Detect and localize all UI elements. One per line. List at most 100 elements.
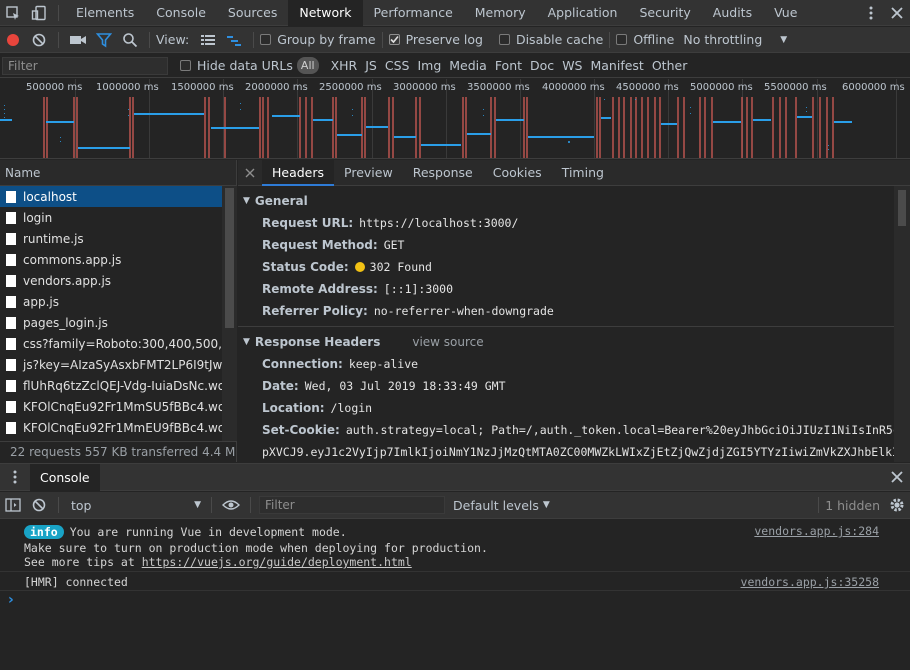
tab-network[interactable]: Network xyxy=(288,0,363,26)
console-message-info: info You are running Vue in development m… xyxy=(24,525,347,539)
header-date: Date: Wed, 03 Jul 2019 18:33:49 GMT xyxy=(238,375,910,397)
tab-preview[interactable]: Preview xyxy=(334,160,403,186)
type-filter-ws[interactable]: WS xyxy=(558,56,586,75)
request-row-pages-login[interactable]: pages_login.js xyxy=(0,312,222,333)
context-select[interactable]: top ▼ xyxy=(65,498,205,513)
clear-console-icon[interactable] xyxy=(26,492,52,518)
console-output: info You are running Vue in development m… xyxy=(0,520,910,670)
header-request-url: Request URL: https://localhost:3000/ xyxy=(238,212,910,234)
general-section-toggle[interactable]: ▼ General xyxy=(238,190,910,212)
clear-icon[interactable] xyxy=(26,27,52,53)
request-name: login xyxy=(23,210,53,225)
tab-memory[interactable]: Memory xyxy=(464,0,537,26)
request-name: vendors.app.js xyxy=(23,273,112,288)
name-column-header[interactable]: Name xyxy=(0,160,236,186)
type-filter-manifest[interactable]: Manifest xyxy=(586,56,647,75)
type-filter-css[interactable]: CSS xyxy=(381,56,414,75)
tab-audits[interactable]: Audits xyxy=(702,0,763,26)
console-filter-input[interactable]: Filter xyxy=(259,496,445,514)
hide-data-urls-checkbox[interactable] xyxy=(180,60,191,71)
type-filter-media[interactable]: Media xyxy=(445,56,491,75)
type-filter-img[interactable]: Img xyxy=(413,56,445,75)
request-row-css-family[interactable]: css?family=Roboto:300,400,500,700|... xyxy=(0,333,222,354)
tab-security[interactable]: Security xyxy=(628,0,701,26)
source-link[interactable]: vendors.app.js:284 xyxy=(754,524,879,538)
scrollbar-thumb[interactable] xyxy=(898,190,906,226)
request-row-js-key[interactable]: js?key=AIzaSyAsxbFMT2LP6I9tJwr_clA xyxy=(0,354,222,375)
request-row-runtime[interactable]: runtime.js xyxy=(0,228,222,249)
tab-vue[interactable]: Vue xyxy=(763,0,808,26)
view-source-link[interactable]: view source xyxy=(412,335,483,349)
drawer-tab-console[interactable]: Console xyxy=(30,463,100,491)
type-filter-other[interactable]: Other xyxy=(648,56,692,75)
request-row-vendors[interactable]: vendors.app.js xyxy=(0,270,222,291)
tab-application[interactable]: Application xyxy=(537,0,629,26)
device-toggle-icon[interactable] xyxy=(26,0,52,26)
deployment-docs-link[interactable]: https://vuejs.org/guide/deployment.html xyxy=(142,555,412,569)
request-row-font-1[interactable]: flUhRq6tzZclQEJ-Vdg-IuiaDsNc.woff2 xyxy=(0,375,222,396)
filter-icon[interactable] xyxy=(91,27,117,53)
large-rows-icon[interactable] xyxy=(195,27,221,53)
group-by-frame-toggle[interactable]: Group by frame xyxy=(260,32,376,47)
tab-cookies[interactable]: Cookies xyxy=(483,160,552,186)
details-scrollbar[interactable] xyxy=(894,186,910,462)
request-row-localhost[interactable]: localhost xyxy=(0,186,222,207)
close-icon[interactable] xyxy=(884,0,910,26)
tab-elements[interactable]: Elements xyxy=(65,0,145,26)
console-prompt[interactable]: › xyxy=(8,592,14,608)
message-text: See more tips at xyxy=(24,555,142,569)
levels-select[interactable]: Default levels ▼ xyxy=(453,498,550,513)
request-row-font-2[interactable]: KFOlCnqEu92Fr1MmSU5fBBc4.woff2 xyxy=(0,396,222,417)
group-by-frame-checkbox[interactable] xyxy=(260,34,272,45)
eye-icon[interactable] xyxy=(218,492,244,518)
document-icon xyxy=(6,211,16,224)
hide-data-urls-label: Hide data URLs xyxy=(197,58,293,73)
camera-icon[interactable] xyxy=(65,27,91,53)
type-filter-xhr[interactable]: XHR xyxy=(327,56,362,75)
settings-icon[interactable] xyxy=(884,492,910,518)
request-list-scrollbar[interactable] xyxy=(222,186,237,441)
timeline-overview[interactable]: 500000 ms 1000000 ms 1500000 ms 2000000 … xyxy=(0,79,910,159)
offline-checkbox[interactable] xyxy=(616,34,628,45)
source-link[interactable]: vendors.app.js:35258 xyxy=(741,575,879,589)
preserve-log-toggle[interactable]: Preserve log xyxy=(388,32,483,47)
preserve-log-checkbox[interactable] xyxy=(388,34,400,45)
font-file-icon xyxy=(6,421,16,434)
header-key: Remote Address: xyxy=(262,282,378,296)
tab-headers[interactable]: Headers xyxy=(262,160,335,186)
type-filter-font[interactable]: Font xyxy=(491,56,526,75)
type-filter-all[interactable]: All xyxy=(296,57,319,74)
request-row-app[interactable]: app.js xyxy=(0,291,222,312)
record-icon[interactable] xyxy=(0,27,26,53)
disable-cache-checkbox[interactable] xyxy=(498,34,510,45)
tab-response[interactable]: Response xyxy=(403,160,483,186)
script-icon xyxy=(6,232,16,245)
more-icon[interactable] xyxy=(858,0,884,26)
offline-toggle[interactable]: Offline xyxy=(616,32,674,47)
tab-console[interactable]: Console xyxy=(145,0,217,26)
sidebar-icon[interactable] xyxy=(0,492,26,518)
header-key: Request Method: xyxy=(262,238,378,252)
inspect-icon[interactable] xyxy=(0,0,26,26)
disable-cache-toggle[interactable]: Disable cache xyxy=(498,32,603,47)
response-headers-toggle[interactable]: ▼ Response Headers view source xyxy=(238,331,910,353)
tab-sources[interactable]: Sources xyxy=(217,0,288,26)
request-row-commons[interactable]: commons.app.js xyxy=(0,249,222,270)
divider xyxy=(381,31,383,48)
request-row-login[interactable]: login xyxy=(0,207,222,228)
waterfall-icon[interactable] xyxy=(221,27,247,53)
drawer-menu-icon[interactable] xyxy=(0,464,30,490)
tab-performance[interactable]: Performance xyxy=(363,0,464,26)
offline-label: Offline xyxy=(633,32,675,47)
request-row-font-3[interactable]: KFOlCnqEu92Fr1MmEU9fBBc4.woff2 xyxy=(0,417,222,438)
tab-timing[interactable]: Timing xyxy=(552,160,614,186)
close-drawer-icon[interactable] xyxy=(884,464,910,490)
type-filter-doc[interactable]: Doc xyxy=(526,56,558,75)
type-filter-js[interactable]: JS xyxy=(361,56,381,75)
hide-data-urls-toggle[interactable]: Hide data URLs xyxy=(180,58,293,73)
filter-input[interactable]: Filter xyxy=(2,56,168,75)
search-icon[interactable] xyxy=(117,27,143,53)
scrollbar-thumb[interactable] xyxy=(225,188,234,328)
throttling-select[interactable]: No throttling ▼ xyxy=(683,32,787,47)
close-details-icon[interactable] xyxy=(238,160,262,186)
